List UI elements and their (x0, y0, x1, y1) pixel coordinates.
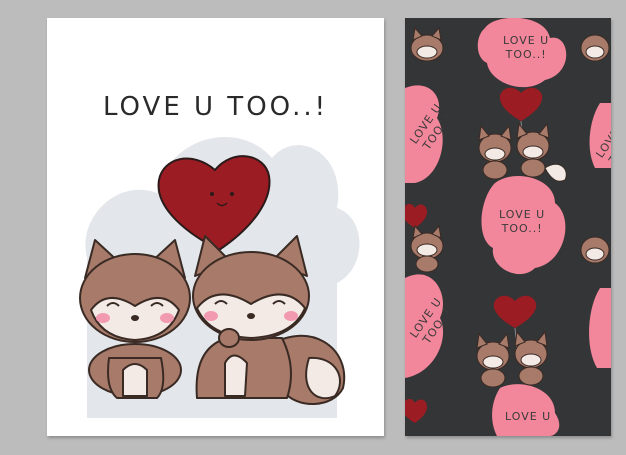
fox-couple-illustration (79, 136, 360, 418)
pattern-text: LOVE U (505, 410, 552, 423)
left-fox (79, 239, 191, 399)
pattern-text: LOVE U TOO..! (503, 34, 550, 61)
illustration-card: LOVE U TOO..! (47, 18, 384, 436)
small-fox-couple-icon (476, 330, 548, 388)
small-fox-icon (580, 34, 610, 62)
small-heart-icon (405, 398, 427, 423)
small-fox-icon (410, 26, 444, 62)
small-fox-couple-icon (478, 122, 567, 182)
small-fox-icon (410, 224, 444, 273)
small-fox-icon (580, 236, 610, 264)
small-heart-icon (405, 203, 427, 228)
pattern-text: LOVE U TOO..! (499, 208, 546, 235)
seamless-pattern-panel: LOVE U TOO..! LOVE U TOO..! LOVE U TOO..… (405, 18, 611, 436)
pink-heart-blob (589, 288, 611, 368)
card-headline: LOVE U TOO..! (102, 92, 329, 122)
